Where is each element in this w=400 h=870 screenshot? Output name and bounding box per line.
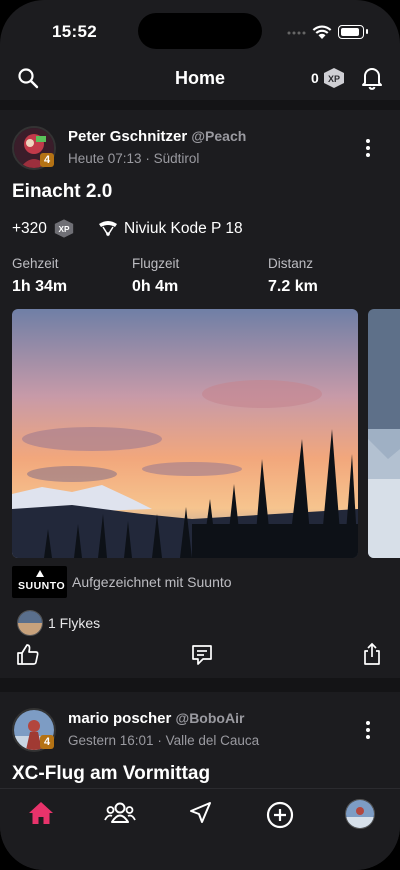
kebab-menu-icon[interactable]	[366, 721, 372, 742]
battery-tip	[366, 29, 368, 34]
xp-badge-icon: XP	[54, 219, 74, 238]
svg-text:XP: XP	[328, 74, 340, 84]
post-meta: Heute 07:13 · Südtirol	[68, 151, 199, 166]
post-title[interactable]: XC-Flug am Vormittag	[12, 763, 210, 785]
svg-text:XP: XP	[58, 225, 70, 234]
paraglider-wing-icon	[99, 221, 117, 237]
stat-label: Flugzeit	[132, 256, 180, 271]
thumbs-up-icon[interactable]	[16, 643, 40, 667]
feed-separator	[0, 678, 400, 692]
level-badge: 4	[40, 153, 54, 167]
post-author[interactable]: mario poscher @BoboAir	[68, 710, 244, 727]
wifi-icon	[312, 25, 332, 39]
cellular-signal-icon	[287, 31, 306, 35]
kebab-menu-icon[interactable]	[366, 139, 372, 160]
xp-badge-icon[interactable]: XP	[322, 67, 346, 89]
top-bar: Home 0 XP	[0, 58, 400, 98]
post-title[interactable]: Einacht 2.0	[12, 181, 112, 203]
post-location: · Valle del Cauca	[157, 733, 260, 748]
profile-avatar[interactable]	[345, 799, 375, 829]
home-icon[interactable]	[28, 801, 54, 825]
comment-icon[interactable]	[190, 643, 214, 667]
flykes-count[interactable]: 1 Flykes	[48, 615, 100, 631]
feed-separator	[0, 100, 400, 110]
battery-icon	[338, 25, 364, 39]
level-badge: 4	[40, 735, 54, 749]
post-photo[interactable]	[12, 309, 358, 558]
post-location: · Südtirol	[145, 151, 200, 166]
xp-gain-value: +320	[12, 220, 47, 237]
wing-name: Niviuk Kode P 18	[124, 220, 243, 237]
user-handle[interactable]: @BoboAir	[176, 710, 245, 726]
stat-value: 7.2 km	[268, 278, 318, 295]
suunto-logo: SUUNTO	[12, 566, 67, 598]
user-name[interactable]: Peter Gschnitzer	[68, 128, 187, 145]
add-circle-icon[interactable]	[266, 801, 294, 829]
status-time: 15:52	[52, 22, 97, 41]
post-time: Gestern 16:01	[68, 733, 154, 748]
status-bar: 15:52	[0, 0, 400, 60]
share-icon[interactable]	[361, 642, 383, 666]
xp-gain: +320	[12, 220, 47, 238]
post-meta: Gestern 16:01 · Valle del Cauca	[68, 733, 259, 748]
user-name[interactable]: mario poscher	[68, 710, 171, 727]
flyke-user-avatar[interactable]	[17, 610, 43, 636]
stat-label: Distanz	[268, 256, 314, 271]
post-author[interactable]: Peter Gschnitzer @Peach	[68, 128, 246, 145]
stat-value: 0h 4m	[132, 278, 179, 295]
post-time: Heute 07:13	[68, 151, 142, 166]
suunto-logo-text: SUUNTO	[18, 580, 66, 592]
dynamic-island	[138, 13, 262, 49]
stat-value: 1h 34m	[12, 278, 68, 295]
user-handle[interactable]: @Peach	[191, 128, 246, 144]
people-icon[interactable]	[104, 801, 136, 825]
recorded-with: Aufgezeichnet mit Suunto	[72, 574, 232, 590]
xp-count[interactable]: 0	[311, 70, 319, 86]
bell-icon[interactable]	[361, 66, 383, 90]
next-photo-preview[interactable]	[368, 309, 400, 558]
navigation-icon[interactable]	[188, 801, 212, 825]
stat-label: Gehzeit	[12, 256, 59, 271]
app-screen: 15:52 Home 0 XP 4 Peter Gschnitzer @Peac…	[0, 0, 400, 870]
bottom-navigation	[0, 788, 400, 870]
